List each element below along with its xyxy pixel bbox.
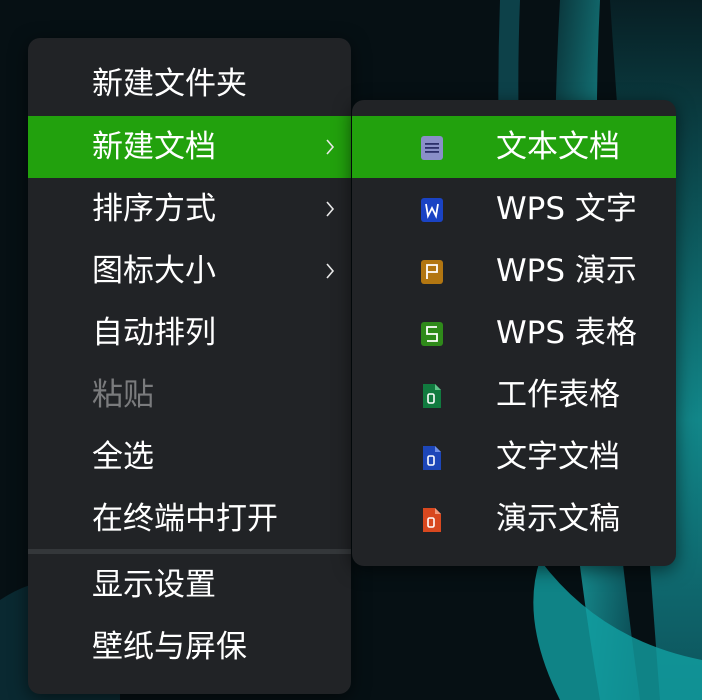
menu-item-new-document[interactable]: 新建文档 xyxy=(28,116,351,178)
office-spreadsheet-icon xyxy=(423,384,441,408)
submenu-item-label: 文字文档 xyxy=(496,439,620,475)
office-presentation-icon xyxy=(423,508,441,532)
submenu-item-office-spreadsheet[interactable]: 工作表格 xyxy=(352,364,676,426)
menu-item-auto-arrange[interactable]: 自动排列 xyxy=(28,302,351,364)
desktop-context-menu: 新建文件夹 新建文档 排序方式 图标大小 自动排列 粘贴 全选 在终端中打开 显… xyxy=(28,38,351,694)
menu-item-label: 排序方式 xyxy=(92,191,216,227)
new-document-submenu: 文本文档 WPS 文字 WPS 演示 WPS 表格 工作表格 文字文档 演示文稿 xyxy=(352,100,676,566)
menu-item-display-settings[interactable]: 显示设置 xyxy=(28,554,351,616)
menu-item-paste: 粘贴 xyxy=(28,364,351,426)
submenu-item-wps-writer[interactable]: WPS 文字 xyxy=(352,178,676,240)
submenu-item-label: 工作表格 xyxy=(496,377,620,413)
office-document-icon xyxy=(423,446,441,470)
submenu-item-wps-presentation[interactable]: WPS 演示 xyxy=(352,240,676,302)
menu-item-label: 新建文档 xyxy=(92,129,216,165)
desktop[interactable]: 新建文件夹 新建文档 排序方式 图标大小 自动排列 粘贴 全选 在终端中打开 显… xyxy=(0,0,702,700)
menu-item-open-in-terminal[interactable]: 在终端中打开 xyxy=(28,488,351,550)
submenu-item-label: 文本文档 xyxy=(496,129,620,165)
menu-item-label: 全选 xyxy=(92,439,154,475)
menu-item-label: 在终端中打开 xyxy=(92,501,278,537)
submenu-item-label: WPS 文字 xyxy=(496,191,637,227)
submenu-item-label: WPS 表格 xyxy=(496,315,637,351)
menu-item-icon-size[interactable]: 图标大小 xyxy=(28,240,351,302)
submenu-item-office-document[interactable]: 文字文档 xyxy=(352,426,676,488)
submenu-item-text-document[interactable]: 文本文档 xyxy=(352,116,676,178)
submenu-item-label: 演示文稿 xyxy=(496,501,620,537)
menu-item-label: 图标大小 xyxy=(92,253,216,289)
text-document-icon xyxy=(421,136,443,160)
menu-item-label: 新建文件夹 xyxy=(92,66,247,102)
menu-item-new-folder[interactable]: 新建文件夹 xyxy=(28,53,351,115)
submenu-item-wps-spreadsheet[interactable]: WPS 表格 xyxy=(352,302,676,364)
menu-item-label: 自动排列 xyxy=(92,315,216,351)
menu-item-label: 显示设置 xyxy=(92,567,216,603)
menu-item-wallpaper-screensaver[interactable]: 壁纸与屏保 xyxy=(28,616,351,678)
wps-presentation-icon xyxy=(421,260,443,284)
menu-item-label: 壁纸与屏保 xyxy=(92,629,247,665)
submenu-item-office-presentation[interactable]: 演示文稿 xyxy=(352,488,676,550)
wps-writer-icon xyxy=(421,198,443,222)
wps-spreadsheet-icon xyxy=(421,322,443,346)
menu-item-sort-by[interactable]: 排序方式 xyxy=(28,178,351,240)
submenu-item-label: WPS 演示 xyxy=(496,253,637,289)
menu-item-select-all[interactable]: 全选 xyxy=(28,426,351,488)
menu-item-label: 粘贴 xyxy=(92,377,154,413)
